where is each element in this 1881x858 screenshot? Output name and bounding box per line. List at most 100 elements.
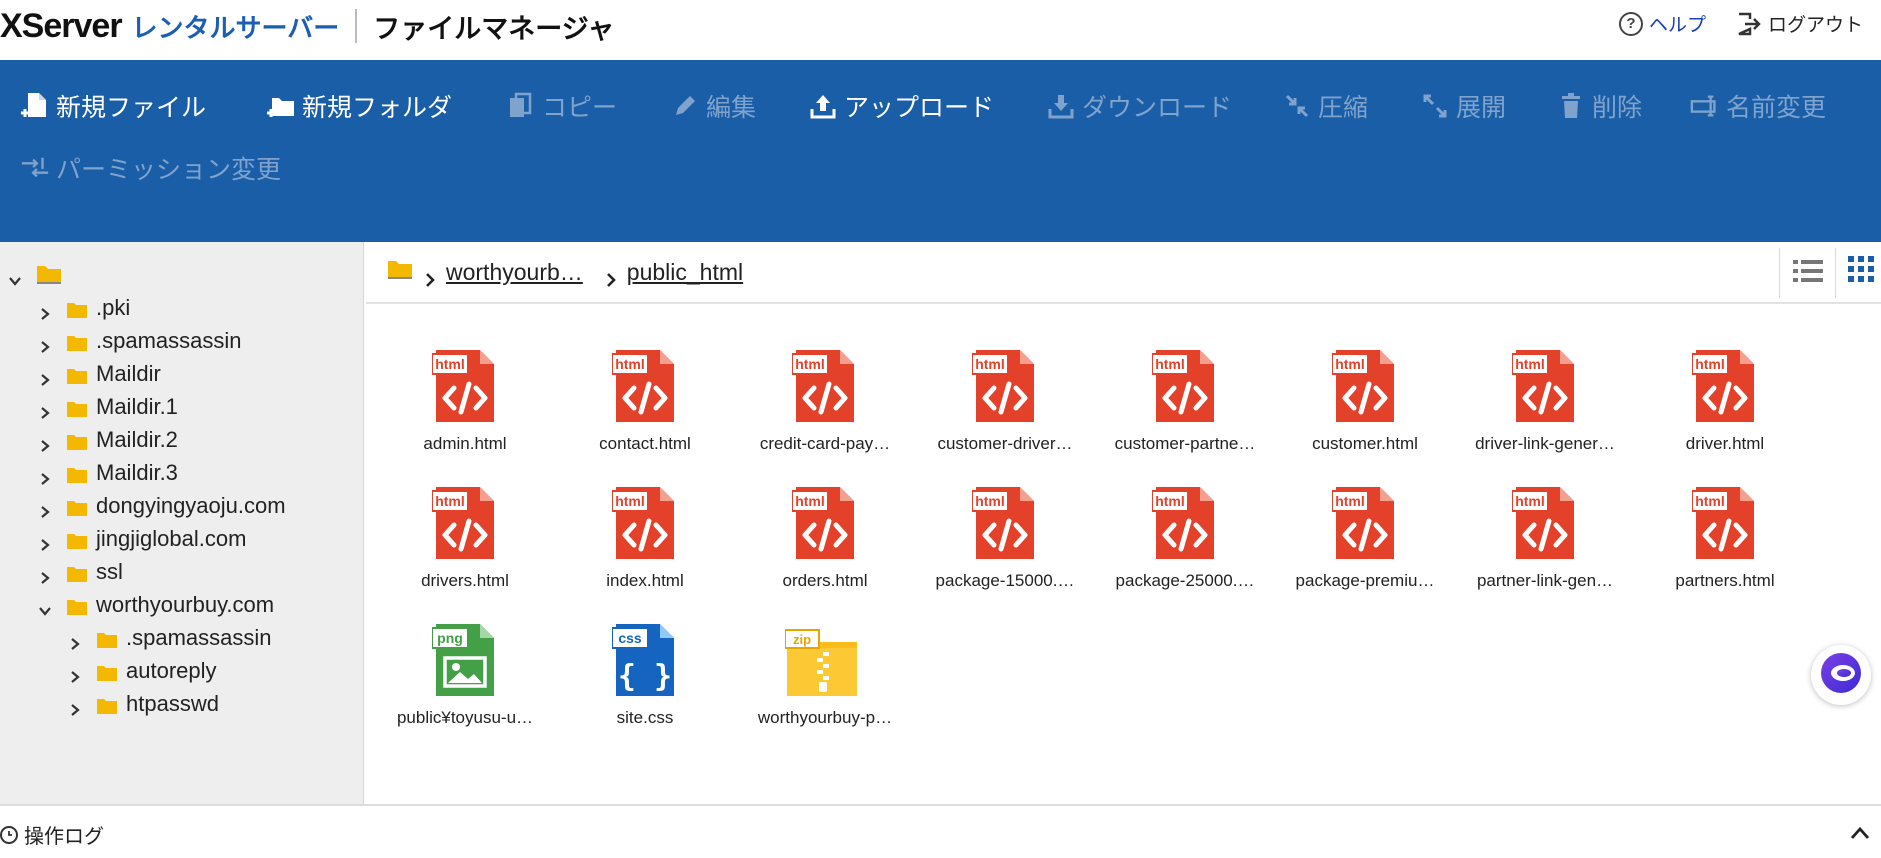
- new-folder-button[interactable]: 新規フォルダ: [266, 88, 452, 124]
- permission-icon: [20, 153, 50, 183]
- logout-link[interactable]: ログアウト: [1736, 10, 1863, 37]
- list-view-icon: [1792, 258, 1823, 289]
- upload-button[interactable]: アップロード: [808, 88, 994, 124]
- chevron-right-icon[interactable]: [38, 466, 52, 485]
- edit-button[interactable]: 編集: [670, 88, 756, 124]
- svg-text:zip: zip: [793, 632, 811, 647]
- rename-button[interactable]: 名前変更: [1690, 88, 1826, 124]
- chevron-right-icon[interactable]: [38, 433, 52, 452]
- compress-button[interactable]: 圧縮: [1282, 88, 1368, 124]
- new-file-icon: [20, 91, 50, 121]
- file-item[interactable]: zip worthyourbuy-p…: [735, 604, 915, 734]
- chevron-right-icon[interactable]: [38, 565, 52, 584]
- file-item[interactable]: html partner-link-gen…: [1455, 467, 1635, 597]
- chevron-right-icon[interactable]: [38, 400, 52, 419]
- svg-text:{ }: { }: [618, 659, 672, 694]
- folder-icon: [66, 365, 88, 384]
- file-name: orders.html: [782, 571, 868, 590]
- file-item[interactable]: html partners.html: [1635, 467, 1815, 597]
- tree-item-label: dongyingyaoju.com: [96, 493, 286, 518]
- new-file-button[interactable]: 新規ファイル: [20, 88, 206, 124]
- grid-view-button[interactable]: [1835, 248, 1881, 298]
- brand-rental-server: レンタルサーバー: [131, 12, 340, 43]
- download-icon: [1046, 91, 1076, 121]
- list-view-button[interactable]: [1779, 248, 1835, 298]
- file-item[interactable]: html contact.html: [555, 330, 735, 460]
- compress-icon: [1282, 91, 1312, 121]
- folder-icon: [66, 398, 88, 417]
- chevron-right-icon[interactable]: [38, 334, 52, 353]
- html-file-icon: html: [1151, 348, 1218, 424]
- file-name: worthyourbuy-p…: [757, 708, 893, 727]
- chevron-right-icon[interactable]: [38, 301, 52, 320]
- folder-icon: [66, 596, 88, 615]
- assistant-button[interactable]: [1811, 645, 1871, 705]
- svg-text:html: html: [615, 356, 645, 372]
- copy-button[interactable]: コピー: [506, 88, 617, 124]
- chevron-right-icon[interactable]: [68, 697, 82, 716]
- file-name: package-15000.…: [935, 571, 1075, 590]
- chevron-down-icon[interactable]: [38, 598, 52, 616]
- file-item[interactable]: html customer-driver…: [915, 330, 1095, 460]
- file-name: site.css: [616, 708, 674, 727]
- tree-item-label: .spamassassin: [96, 328, 242, 353]
- file-name: customer-partne…: [1114, 434, 1256, 453]
- extract-button[interactable]: 展開: [1420, 88, 1506, 124]
- svg-text:png: png: [437, 630, 463, 646]
- file-item[interactable]: html package-premiu…: [1275, 467, 1455, 597]
- file-item[interactable]: css { } site.css: [555, 604, 735, 734]
- new-file-label: 新規ファイル: [56, 94, 207, 122]
- file-item[interactable]: png public¥toyusu-u…: [375, 604, 555, 734]
- brand-separator: [355, 9, 358, 43]
- file-name: public¥toyusu-u…: [396, 708, 534, 727]
- file-item[interactable]: html driver-link-gener…: [1455, 330, 1635, 460]
- chevron-right-icon[interactable]: [68, 664, 82, 683]
- permission-button[interactable]: パーミッション変更: [20, 150, 281, 186]
- file-item[interactable]: html credit-card-pay…: [735, 330, 915, 460]
- breadcrumb-item-domain[interactable]: worthyourb…: [446, 259, 583, 286]
- help-link[interactable]: ? ヘルプ: [1618, 10, 1706, 37]
- tree-item[interactable]: htpasswd: [68, 685, 219, 723]
- folder-icon: [66, 530, 88, 549]
- chevron-up-icon[interactable]: [1850, 826, 1870, 844]
- breadcrumb-item-current[interactable]: public_html: [627, 259, 743, 286]
- file-name: customer.html: [1312, 434, 1418, 453]
- css-file-icon: css { }: [611, 622, 678, 698]
- file-item[interactable]: html index.html: [555, 467, 735, 597]
- chevron-right-icon[interactable]: [38, 499, 52, 518]
- file-name: index.html: [606, 571, 684, 590]
- folder-icon: [96, 629, 118, 648]
- file-item[interactable]: html admin.html: [375, 330, 555, 460]
- folder-icon: [66, 563, 88, 582]
- delete-button[interactable]: 削除: [1556, 88, 1642, 124]
- trash-icon: [1556, 91, 1586, 121]
- file-item[interactable]: html customer-partne…: [1095, 330, 1275, 460]
- operation-log-toggle[interactable]: 操作ログ: [0, 820, 104, 849]
- assistant-icon: [1819, 651, 1863, 700]
- tree-item-label: Maildir: [96, 361, 161, 386]
- file-item[interactable]: html drivers.html: [375, 467, 555, 597]
- tree-item-label: jingjiglobal.com: [96, 526, 247, 551]
- clock-icon: [0, 825, 18, 844]
- file-name: drivers.html: [421, 571, 509, 590]
- brand-logo[interactable]: XServer レンタルサーバー ファイルマネージャ: [0, 6, 614, 46]
- file-item[interactable]: html customer.html: [1275, 330, 1455, 460]
- zip-file-icon: zip: [784, 628, 857, 704]
- file-item[interactable]: html package-25000.…: [1095, 467, 1275, 597]
- tree-item-label: ssl: [96, 559, 123, 584]
- file-item[interactable]: html orders.html: [735, 467, 915, 597]
- file-name: package-premiu…: [1295, 571, 1435, 590]
- chevron-right-icon[interactable]: [68, 631, 82, 650]
- expand-icon: [1420, 91, 1450, 121]
- svg-text:html: html: [1155, 356, 1185, 372]
- chevron-right-icon[interactable]: [38, 367, 52, 386]
- chevron-down-icon[interactable]: [8, 268, 22, 286]
- folder-icon: [66, 497, 88, 516]
- html-file-icon: html: [431, 348, 498, 424]
- file-item[interactable]: html package-15000.…: [915, 467, 1095, 597]
- chevron-right-icon[interactable]: [38, 532, 52, 551]
- file-item[interactable]: html driver.html: [1635, 330, 1815, 460]
- download-button[interactable]: ダウンロード: [1046, 88, 1232, 124]
- logout-icon: [1736, 12, 1762, 36]
- home-folder-icon[interactable]: [386, 257, 414, 287]
